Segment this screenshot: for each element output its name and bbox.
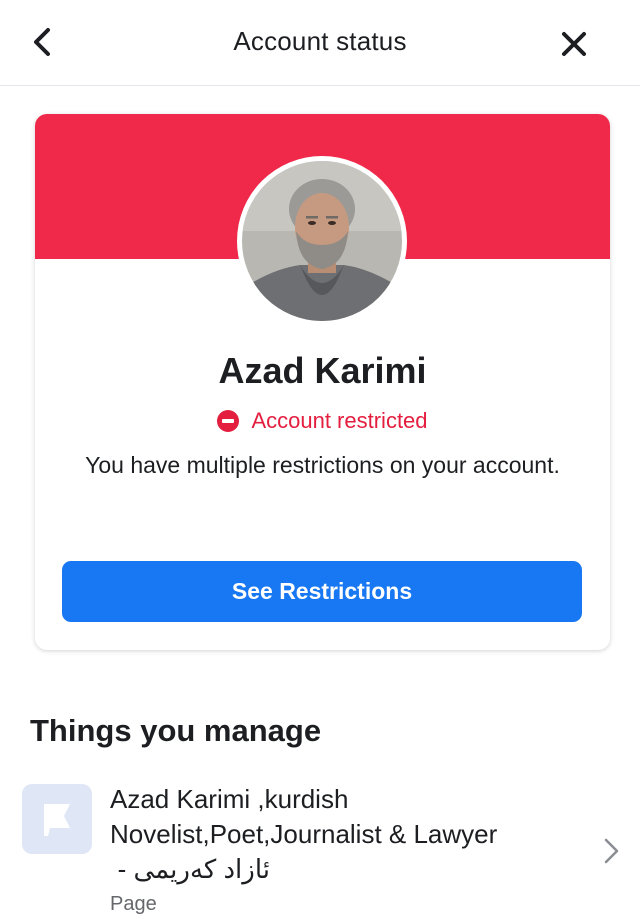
close-button[interactable] bbox=[554, 24, 594, 64]
close-icon bbox=[562, 32, 586, 56]
status-badge: Account restricted bbox=[35, 408, 610, 434]
page-title: Account status bbox=[233, 26, 407, 56]
header: Account status bbox=[0, 0, 640, 86]
restriction-description: You have multiple restrictions on your a… bbox=[85, 452, 560, 478]
profile-name: Azad Karimi bbox=[218, 350, 427, 391]
chevron-right-icon bbox=[604, 838, 619, 864]
managed-page-name-kurdish: ئازاد کەریمی - bbox=[117, 854, 270, 884]
account-status-card: Azad Karimi Account restricted You have … bbox=[35, 114, 610, 650]
page-avatar bbox=[22, 784, 92, 854]
profile-photo bbox=[242, 161, 402, 321]
account-status-screen: Account status Azad Karimi Account restr… bbox=[0, 0, 640, 919]
managed-page-item[interactable]: Azad Karimi ,kurdish Novelist,Poet,Journ… bbox=[0, 780, 640, 919]
minus-circle-icon bbox=[217, 410, 240, 432]
managed-page-type: Page bbox=[110, 893, 157, 915]
section-title: Things you manage bbox=[30, 713, 322, 748]
avatar bbox=[237, 156, 407, 326]
managed-page-text: Azad Karimi ,kurdish Novelist,Poet,Journ… bbox=[110, 782, 580, 919]
see-restrictions-button[interactable]: See Restrictions bbox=[62, 561, 582, 622]
status-text: Account restricted bbox=[251, 408, 428, 433]
flag-icon bbox=[44, 804, 70, 836]
managed-page-name: Azad Karimi ,kurdish Novelist,Poet,Journ… bbox=[110, 784, 498, 849]
